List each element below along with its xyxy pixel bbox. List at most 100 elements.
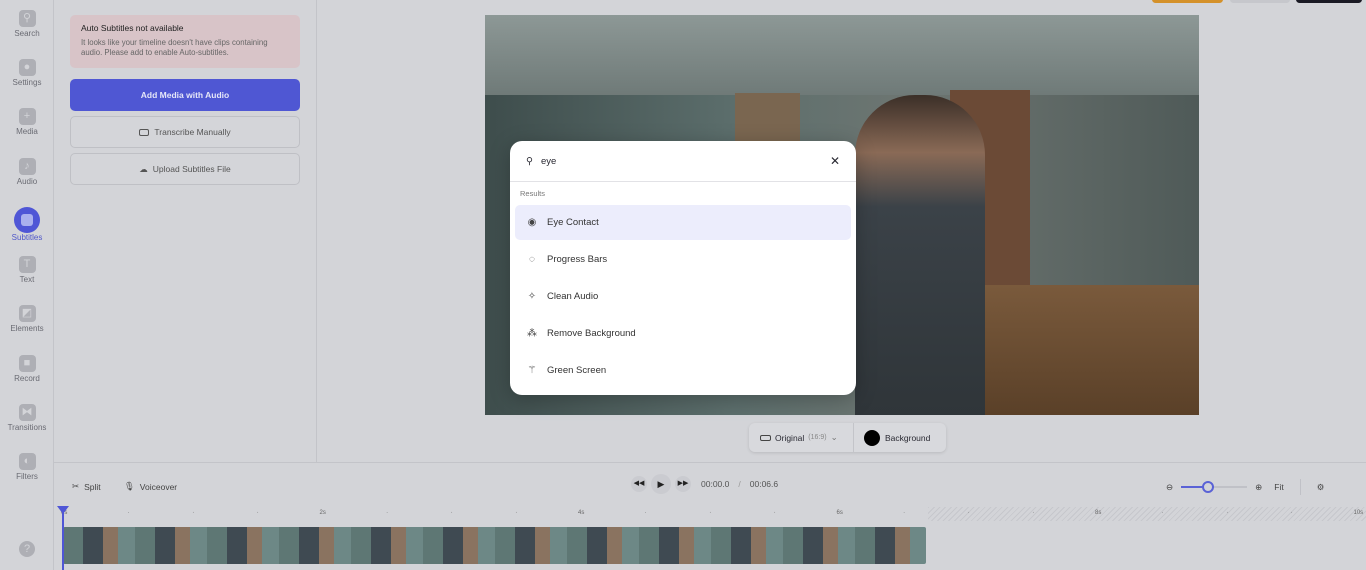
text-icon: T	[18, 256, 36, 273]
fit-button[interactable]: Fit	[1274, 482, 1283, 492]
results-label: Results	[520, 189, 546, 198]
cloud-upload-icon: ☁	[139, 163, 148, 174]
result-label: Eye Contact	[547, 217, 599, 228]
help-icon: ?	[19, 541, 35, 557]
search-result[interactable]: ✧ Clean Audio	[515, 279, 851, 314]
upload-subtitles-button[interactable]: ☁ Upload Subtitles File	[70, 153, 300, 185]
sidebar-item-label: Transitions	[7, 423, 47, 432]
fast-forward-button[interactable]: ▶▶	[675, 476, 691, 492]
sidebar-item-elements[interactable]: ◩ Elements	[0, 305, 54, 333]
ruler-tick-label: 6s	[836, 510, 843, 516]
sidebar-item-filters[interactable]: ◐ Filters	[0, 453, 54, 481]
ruler-tick-label: 4s	[578, 510, 585, 516]
sidebar-item-search[interactable]: ⚲ Search	[0, 10, 54, 38]
orange-top-button[interactable]	[1152, 0, 1223, 3]
scissors-icon: ✂	[72, 481, 80, 491]
camera-icon: ■	[18, 355, 36, 372]
current-time: 00:00.0	[701, 479, 730, 489]
search-dialog: ⚲ eye ✕ Results ◉ Eye Contact ◌ Progress Bars…	[510, 141, 856, 395]
remove-background-icon: ⁂	[527, 328, 537, 339]
canvas-options: Original (16:9) ⌄ Background	[749, 423, 946, 452]
ruler-minor-tick: ·	[1290, 510, 1293, 516]
ruler-minor-tick: ·	[773, 510, 776, 516]
playback-controls: ◀◀ ▶ ▶▶ 00:00.0 / 00:06.6	[631, 474, 778, 494]
ruler-minor-tick: ·	[515, 510, 518, 516]
add-media-with-audio-button[interactable]: Add Media with Audio	[70, 79, 300, 111]
search-result[interactable]: ⚚ Green Screen	[515, 353, 851, 388]
split-button[interactable]: ✂ Split	[72, 481, 101, 492]
result-label: Remove Background	[547, 328, 636, 339]
left-rail: ⚲ Search ● Settings + Media ♪ Audio Subtitles T Te…	[0, 0, 54, 570]
result-label: Clean Audio	[547, 291, 599, 302]
search-result[interactable]: ◉ Eye Contact	[515, 205, 851, 240]
gear-icon: ●	[18, 59, 36, 76]
aspect-ratio-dropdown[interactable]: Original (16:9) ⌄	[749, 423, 854, 452]
ruler-minor-tick: ·	[903, 510, 906, 516]
alert-title: Auto Subtitles not available	[81, 23, 184, 33]
close-icon[interactable]: ✕	[830, 154, 840, 168]
search-result[interactable]: ⁂ Remove Background	[515, 316, 851, 351]
background-color-button[interactable]: Background	[854, 429, 931, 446]
button-label: Upload Subtitles File	[152, 164, 231, 174]
music-note-icon: ♪	[18, 158, 36, 175]
sidebar-item-label: Elements	[10, 324, 44, 333]
ruler-minor-tick: ·	[967, 510, 970, 516]
chevron-down-icon: ⌄	[830, 432, 838, 442]
sidebar-item-label: Record	[14, 374, 40, 383]
ruler-minor-tick: ·	[644, 510, 647, 516]
sidebar-item-label: Text	[19, 275, 35, 284]
ruler-minor-tick: ·	[256, 510, 259, 516]
ratio-value: (16:9)	[808, 434, 827, 441]
search-result[interactable]: ◌ Progress Bars	[515, 242, 851, 277]
elements-icon: ◩	[18, 305, 36, 322]
filters-icon: ◐	[18, 453, 36, 470]
rewind-button[interactable]: ◀◀	[631, 476, 647, 492]
time-separator: /	[738, 479, 741, 489]
sidebar-item-subtitles[interactable]: Subtitles	[0, 207, 54, 242]
button-label: Transcribe Manually	[154, 127, 231, 137]
sidebar-item-media[interactable]: + Media	[0, 108, 54, 136]
sidebar-item-label: Audio	[16, 177, 38, 186]
zoom-in-icon[interactable]: ⊕	[1255, 482, 1262, 493]
play-button[interactable]: ▶	[651, 474, 671, 494]
background-label: Background	[885, 432, 931, 443]
ruler-minor-tick: ·	[709, 510, 712, 516]
gray-top-button[interactable]	[1230, 0, 1290, 3]
zoom-out-icon[interactable]: ⊖	[1166, 482, 1173, 493]
ruler-tick-label: 8s	[1095, 510, 1102, 516]
total-time: 00:06.6	[749, 479, 779, 489]
sidebar-item-label: Media	[16, 127, 38, 136]
button-label: Add Media with Audio	[140, 90, 230, 100]
timeline-ruler[interactable]: 0s···2s···4s···6s···8s···10s	[61, 507, 1366, 521]
ratio-label: Original	[775, 432, 805, 443]
sidebar-item-settings[interactable]: ● Settings	[0, 59, 54, 87]
help-button[interactable]: ?	[0, 541, 54, 559]
progress-circle-icon: ◌	[529, 254, 535, 265]
timeline-settings-icon[interactable]: ⚙	[1317, 482, 1325, 493]
split-label: Split	[84, 481, 101, 492]
export-top-button[interactable]	[1296, 0, 1362, 3]
search-icon: ⚲	[526, 155, 533, 167]
ruler-minor-tick: ·	[450, 510, 453, 516]
sidebar-item-label: Search	[14, 29, 40, 38]
voiceover-button[interactable]: 🎙︎ Voiceover	[124, 481, 177, 492]
ruler-tick-label: 2s	[319, 510, 326, 516]
search-input[interactable]: eye	[541, 156, 822, 167]
ruler-minor-tick: ·	[1226, 510, 1229, 516]
sidebar-item-text[interactable]: T Text	[0, 256, 54, 284]
sidebar-item-audio[interactable]: ♪ Audio	[0, 158, 54, 186]
voiceover-label: Voiceover	[139, 481, 178, 492]
keyboard-icon	[139, 128, 150, 136]
transcribe-manually-button[interactable]: Transcribe Manually	[70, 116, 300, 148]
sidebar-item-transitions[interactable]: ⧓ Transitions	[0, 404, 54, 432]
video-clip[interactable]	[63, 527, 926, 564]
zoom-slider[interactable]	[1181, 481, 1248, 493]
sidebar-item-label: Subtitles	[11, 233, 43, 242]
ruler-minor-tick: ·	[127, 510, 130, 516]
background-swatch	[864, 429, 880, 446]
ruler-minor-tick: ·	[1161, 510, 1164, 516]
sidebar-item-record[interactable]: ■ Record	[0, 355, 54, 383]
result-label: Progress Bars	[547, 254, 608, 265]
playhead[interactable]	[57, 506, 69, 570]
ruler-tick-label: 10s	[1353, 510, 1364, 516]
